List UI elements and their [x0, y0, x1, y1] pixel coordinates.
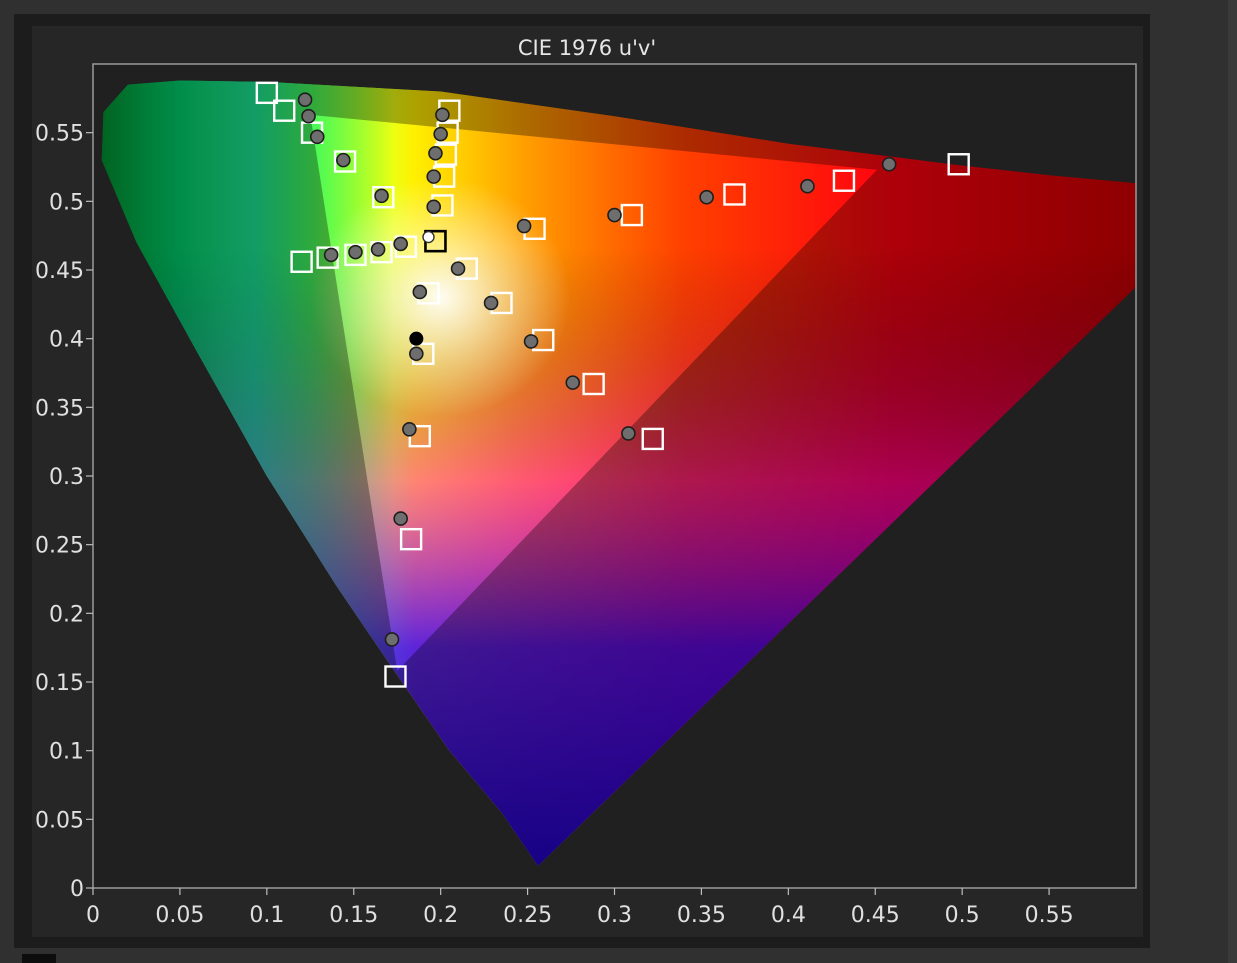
x-tick-label: 0.45	[851, 903, 900, 928]
measured-circle-marker	[409, 346, 424, 362]
y-tick-label: 0.25	[35, 534, 84, 559]
y-tick-label: 0.55	[35, 122, 84, 147]
measured-circle-marker	[309, 129, 325, 145]
y-axis: 0 0.05 0.1 0.15 0.2 0.25 0.3 0.35 0.4 0.45 0.5 0.55	[35, 122, 93, 902]
x-tick-label: 0.15	[329, 903, 378, 928]
y-tick-label: 0.45	[35, 259, 84, 284]
measured-circle-marker	[800, 178, 815, 194]
measured-circle-marker	[565, 375, 581, 390]
x-tick-label: 0.55	[1025, 903, 1074, 928]
measured-circle-marker	[301, 108, 316, 124]
y-tick-label: 0.35	[35, 396, 84, 421]
x-tick-label: 0.25	[503, 903, 552, 928]
measured-circle-marker	[621, 426, 636, 441]
chart-title: CIE 1976 u'v'	[518, 36, 656, 60]
cie-chart: CIE 1976 u'v' 0 0.05 0.1 0.15 0.2 0.25 0.3 0.35…	[35, 36, 1137, 928]
y-tick-label: 0.3	[49, 465, 84, 490]
x-tick-label: 0.35	[677, 903, 726, 928]
measured-circle-marker	[516, 218, 532, 234]
measured-circle-marker	[336, 152, 351, 168]
measured-circle-marker	[426, 199, 442, 215]
measured-circle-marker	[402, 422, 417, 437]
black-point-marker	[409, 331, 424, 346]
x-tick-label: 0	[86, 903, 100, 928]
measured-circle-marker	[323, 247, 339, 263]
measured-circle-marker	[433, 126, 448, 142]
measured-circle-marker	[384, 632, 400, 647]
measured-circle-marker	[881, 156, 897, 172]
measured-circle-marker	[297, 92, 313, 108]
measured-circle-marker	[426, 169, 442, 184]
x-tick-label: 0.4	[771, 903, 806, 928]
x-tick-label: 0.5	[945, 903, 980, 928]
measured-circle-marker	[607, 207, 622, 223]
measured-circle-marker	[428, 145, 443, 161]
x-tick-label: 0.1	[249, 903, 284, 928]
measured-circle-marker	[523, 334, 539, 349]
y-tick-label: 0	[70, 877, 84, 902]
x-tick-label: 0.3	[597, 903, 632, 928]
y-tick-label: 0.05	[35, 808, 84, 833]
measured-circle-marker	[699, 189, 714, 205]
measured-circle-marker	[435, 107, 450, 123]
y-tick-label: 0.2	[49, 602, 84, 627]
y-tick-label: 0.5	[49, 190, 84, 215]
white-measured-circle-marker	[422, 230, 435, 244]
measured-circle-marker	[393, 236, 408, 252]
x-tick-label: 0.2	[423, 903, 458, 928]
x-tick-label: 0.05	[155, 903, 204, 928]
y-tick-label: 0.1	[49, 740, 84, 765]
measured-circle-marker	[412, 284, 428, 300]
y-tick-label: 0.15	[35, 671, 84, 696]
y-tick-label: 0.4	[49, 328, 84, 353]
measured-circle-marker	[348, 244, 363, 260]
measured-circle-marker	[450, 261, 466, 276]
x-axis: 0 0.05 0.1 0.15 0.2 0.25 0.3 0.35 0.4 0.45 0.5 0.55	[86, 888, 1074, 928]
measured-circle-marker	[483, 295, 499, 311]
measured-circle-marker	[374, 188, 389, 204]
measured-circle-marker	[393, 511, 408, 526]
measured-circle-marker	[370, 242, 386, 257]
